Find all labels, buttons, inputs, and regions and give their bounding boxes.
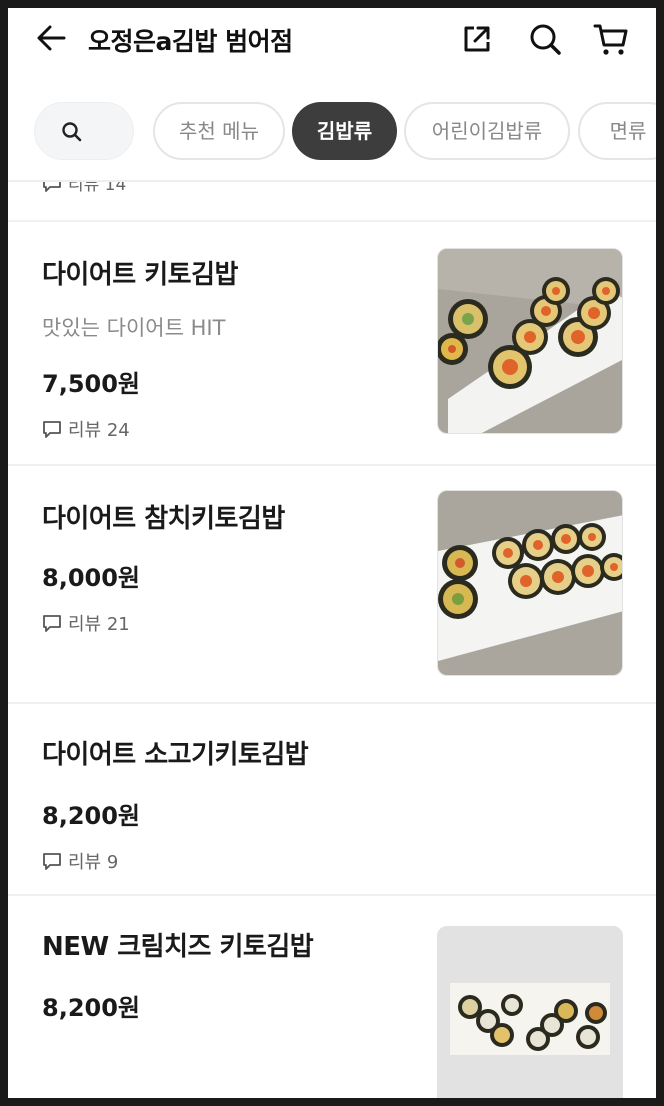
menu-item-image bbox=[437, 490, 623, 676]
tab-kids-kimbap[interactable]: 어린이김밥류 bbox=[404, 102, 570, 160]
menu-list: 리뷰 14 다이어트 키토김밥 맛있는 다이어트 HIT 7,500원 리뷰 2… bbox=[8, 182, 656, 1098]
share-button[interactable] bbox=[458, 20, 496, 58]
comment-icon bbox=[43, 182, 61, 192]
comment-icon bbox=[43, 853, 61, 870]
cart-icon bbox=[593, 24, 628, 55]
comment-icon bbox=[43, 421, 61, 438]
menu-item-image bbox=[437, 926, 623, 1098]
menu-item-price: 8,200원 bbox=[42, 802, 140, 830]
menu-item-price: 8,000원 bbox=[42, 564, 140, 592]
menu-item-price: 7,500원 bbox=[42, 370, 140, 398]
review-count: 리뷰 9 bbox=[42, 848, 118, 874]
review-count-label: 리뷰 9 bbox=[68, 852, 119, 873]
menu-search-button[interactable] bbox=[34, 102, 134, 160]
tab-noodles[interactable]: 면류 bbox=[578, 102, 656, 160]
menu-item-image bbox=[437, 248, 623, 434]
page-title: 오정은a김밥 범어점 bbox=[88, 27, 293, 56]
search-button[interactable] bbox=[526, 20, 564, 58]
menu-item-name: 다이어트 키토김밥 bbox=[42, 260, 238, 290]
share-icon bbox=[464, 26, 490, 52]
menu-item-name: 다이어트 참치키토김밥 bbox=[42, 504, 285, 534]
menu-item[interactable]: 다이어트 키토김밥 맛있는 다이어트 HIT 7,500원 리뷰 24 bbox=[8, 222, 656, 464]
search-icon bbox=[530, 24, 561, 55]
cart-button[interactable] bbox=[592, 20, 630, 58]
top-header: 오정은a김밥 범어점 bbox=[8, 8, 656, 70]
review-count-label: 리뷰 14 bbox=[68, 182, 127, 195]
review-count: 리뷰 21 bbox=[42, 610, 130, 636]
tab-kimbap[interactable]: 김밥류 bbox=[292, 102, 397, 160]
arrow-left-icon bbox=[37, 25, 66, 51]
review-count: 리뷰 14 bbox=[42, 182, 126, 195]
review-count: 리뷰 24 bbox=[42, 416, 130, 442]
back-button[interactable] bbox=[34, 20, 70, 56]
tab-recommended[interactable]: 추천 메뉴 bbox=[153, 102, 285, 160]
menu-item[interactable]: 다이어트 소고기키토김밥 8,200원 리뷰 9 bbox=[8, 704, 656, 892]
comment-icon bbox=[43, 615, 61, 632]
menu-item-price: 8,200원 bbox=[42, 994, 140, 1022]
menu-item[interactable]: 다이어트 참치키토김밥 8,000원 리뷰 21 bbox=[8, 466, 656, 702]
search-icon bbox=[62, 122, 82, 142]
menu-item-name: NEW 크림치즈 키토김밥 bbox=[42, 932, 314, 962]
review-count-label: 리뷰 21 bbox=[68, 614, 130, 635]
category-tabs: 추천 메뉴 김밥류 어린이김밥류 면류 bbox=[8, 100, 656, 164]
menu-item-name: 다이어트 소고기키토김밥 bbox=[42, 740, 309, 770]
menu-item-description: 맛있는 다이어트 HIT bbox=[42, 316, 226, 340]
review-count-label: 리뷰 24 bbox=[68, 420, 130, 441]
menu-item[interactable]: NEW 크림치즈 키토김밥 8,200원 bbox=[8, 896, 656, 1098]
app-frame: 오정은a김밥 범어점 추천 메뉴 김밥류 어린이김밥류 면류 리뷰 14 다이어… bbox=[8, 8, 656, 1098]
